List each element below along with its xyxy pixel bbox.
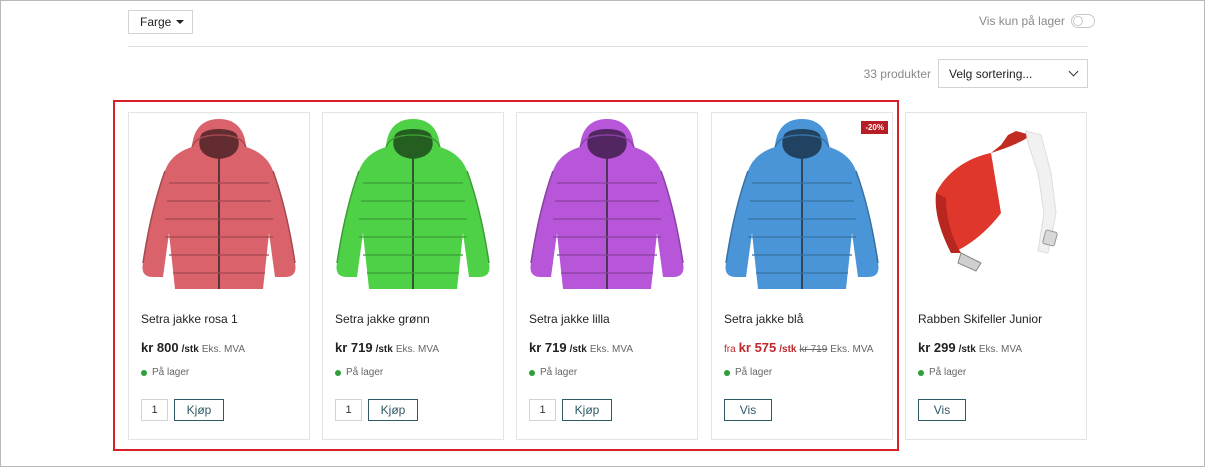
quantity-input[interactable]: 1 xyxy=(335,399,362,421)
view-button[interactable]: Vis xyxy=(724,399,772,421)
stock-label: På lager xyxy=(929,367,967,378)
in-stock-label: Vis kun på lager xyxy=(979,14,1065,28)
caret-down-icon xyxy=(176,20,185,24)
buy-button[interactable]: Kjøp xyxy=(174,399,224,421)
climbing-skin-image xyxy=(935,130,1058,272)
price: kr 719 xyxy=(529,340,567,355)
price-unit: /stk xyxy=(779,344,797,355)
price-row: kr 719 /stk Eks. MVA xyxy=(335,340,439,355)
price: kr 800 xyxy=(141,340,179,355)
vat-note: Eks. MVA xyxy=(978,344,1022,355)
product-count: 33 produkter xyxy=(863,67,931,81)
in-stock-dot-icon xyxy=(724,369,730,376)
price-row: fra kr 575 /stk kr 719 Eks. MVA xyxy=(724,340,873,355)
stock-status: På lager xyxy=(335,367,383,378)
product-card[interactable]: -20% Setra jakke blå fra kr 575 /stk kr … xyxy=(711,112,893,440)
price-from: fra xyxy=(724,344,736,355)
buy-button[interactable]: Kjøp xyxy=(562,399,612,421)
vat-note: Eks. MVA xyxy=(830,344,874,355)
price-unit: /stk xyxy=(958,344,976,355)
stock-label: På lager xyxy=(735,367,773,378)
color-filter-label: Farge xyxy=(140,15,172,29)
sort-select-value: Velg sortering... xyxy=(949,66,1033,81)
price-unit: /stk xyxy=(569,344,587,355)
product-card[interactable]: Setra jakke grønn kr 719 /stk Eks. MVA P… xyxy=(322,112,504,440)
in-stock-dot-icon xyxy=(529,369,535,376)
jacket-image xyxy=(336,119,490,289)
stock-status: På lager xyxy=(529,367,577,378)
buy-button[interactable]: Kjøp xyxy=(368,399,418,421)
product-card[interactable]: Rabben Skifeller Junior kr 299 /stk Eks.… xyxy=(905,112,1087,440)
in-stock-dot-icon xyxy=(141,369,147,376)
in-stock-filter: Vis kun på lager xyxy=(979,14,1095,28)
product-title[interactable]: Rabben Skifeller Junior xyxy=(918,312,1042,326)
price-unit: /stk xyxy=(181,344,199,355)
price-row: kr 719 /stk Eks. MVA xyxy=(529,340,633,355)
product-card[interactable]: Setra jakke lilla kr 719 /stk Eks. MVA P… xyxy=(516,112,698,440)
toggle-knob xyxy=(1072,16,1083,26)
vat-note: Eks. MVA xyxy=(201,344,245,355)
stock-label: På lager xyxy=(540,367,578,378)
quantity-input[interactable]: 1 xyxy=(141,399,168,421)
sort-select[interactable]: Velg sortering... xyxy=(938,59,1088,88)
discount-badge: -20% xyxy=(861,121,888,134)
divider xyxy=(128,46,1088,47)
price-unit: /stk xyxy=(375,344,393,355)
product-title[interactable]: Setra jakke lilla xyxy=(529,312,610,326)
jacket-image xyxy=(725,119,879,289)
chevron-down-icon xyxy=(1068,66,1079,77)
stock-status: På lager xyxy=(918,367,966,378)
product-title[interactable]: Setra jakke rosa 1 xyxy=(141,312,238,326)
in-stock-dot-icon xyxy=(918,369,924,376)
vat-note: Eks. MVA xyxy=(589,344,633,355)
in-stock-toggle[interactable] xyxy=(1070,14,1095,28)
jacket-image xyxy=(142,119,296,289)
sale-price: kr 575 xyxy=(738,340,777,355)
price-row: kr 299 /stk Eks. MVA xyxy=(918,340,1022,355)
stock-label: På lager xyxy=(346,367,384,378)
product-title[interactable]: Setra jakke grønn xyxy=(335,312,430,326)
jacket-image xyxy=(530,119,684,289)
in-stock-dot-icon xyxy=(335,369,341,376)
product-title[interactable]: Setra jakke blå xyxy=(724,312,803,326)
old-price: kr 719 xyxy=(799,344,828,355)
view-button[interactable]: Vis xyxy=(918,399,966,421)
vat-note: Eks. MVA xyxy=(395,344,439,355)
price: kr 719 xyxy=(335,340,373,355)
color-filter-dropdown[interactable]: Farge xyxy=(128,10,193,34)
product-card[interactable]: Setra jakke rosa 1 kr 800 /stk Eks. MVA … xyxy=(128,112,310,440)
price: kr 299 xyxy=(918,340,956,355)
stock-label: På lager xyxy=(152,367,190,378)
stock-status: På lager xyxy=(724,367,772,378)
stock-status: På lager xyxy=(141,367,189,378)
quantity-input[interactable]: 1 xyxy=(529,399,556,421)
price-row: kr 800 /stk Eks. MVA xyxy=(141,340,245,355)
